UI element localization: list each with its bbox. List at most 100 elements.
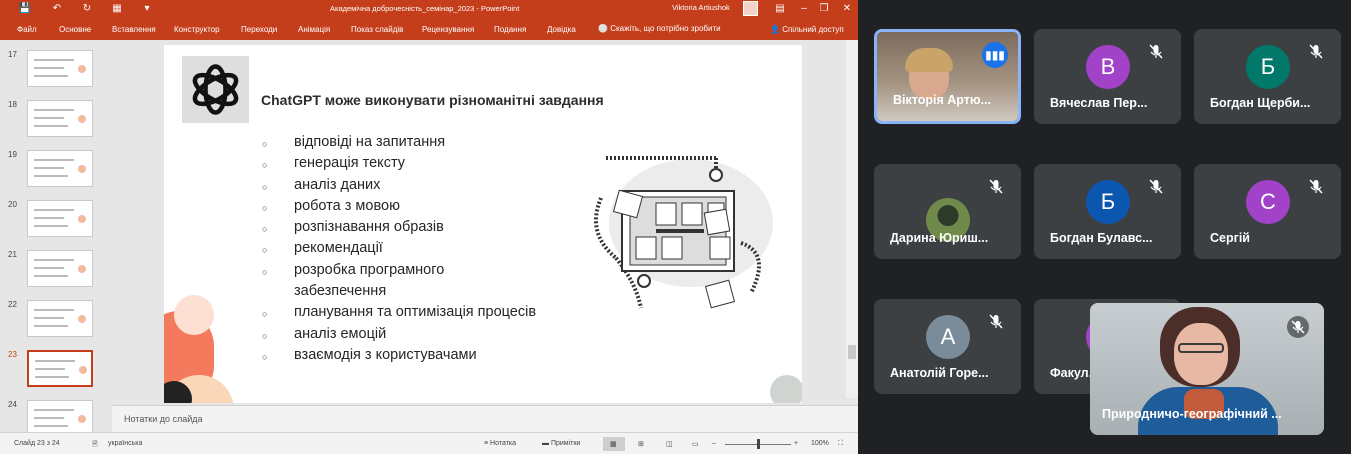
comments-toggle-label: Примітки xyxy=(550,440,581,447)
bullet-text: взаємодія з користувачами xyxy=(294,346,477,363)
participant-tile[interactable]: Б Богдан Булавс... xyxy=(1034,164,1181,259)
normal-view-icon: ▦ xyxy=(610,441,617,448)
self-view-tile[interactable]: Природничо-географічний ... xyxy=(1090,303,1324,435)
start-slideshow-icon[interactable]: ▦ xyxy=(110,2,124,16)
mic-off-icon[interactable] xyxy=(983,309,1009,335)
participant-tile[interactable]: Дарина Юриш... xyxy=(874,164,1021,259)
fit-to-window-icon[interactable]: ⛶ xyxy=(838,440,843,448)
notes-toggle[interactable]: ≡ Нотатка xyxy=(484,440,516,447)
thumb-line xyxy=(34,159,74,161)
thumb-graphic xyxy=(78,415,86,423)
user-avatar[interactable] xyxy=(743,1,758,16)
thumb-line xyxy=(34,425,68,427)
bullet-text: відповіді на запитання xyxy=(294,134,446,150)
thumb-line xyxy=(34,67,64,69)
ribbon-tab[interactable]: Конструктор xyxy=(174,25,220,34)
tell-me-search[interactable]: ⚪ Скажіть, що потрібно зробити xyxy=(598,24,721,33)
mic-off-icon[interactable] xyxy=(1303,174,1329,200)
current-slide[interactable]: ChatGPT може виконувати різноманітні зав… xyxy=(164,45,802,403)
scroll-thumb[interactable] xyxy=(848,345,856,359)
thumb-line xyxy=(34,117,64,119)
zoom-slider-knob[interactable] xyxy=(757,439,760,449)
ribbon-tab[interactable]: Анімація xyxy=(298,25,330,34)
ribbon-tab[interactable]: Основне xyxy=(59,25,91,34)
bullet-marker: ○ xyxy=(262,330,268,341)
ribbon-tab[interactable]: Довідка xyxy=(547,25,576,34)
undo-icon[interactable]: ↶ xyxy=(50,2,64,16)
slide-thumbnail[interactable] xyxy=(27,50,93,87)
notes-pane[interactable]: Нотатки до слайда xyxy=(112,405,858,432)
bullet-item: ○ аналіз даних xyxy=(262,177,592,198)
ribbon-tab[interactable]: Файл xyxy=(17,25,37,34)
reading-view-icon[interactable]: ◫ xyxy=(666,440,673,448)
thumb-line xyxy=(34,409,74,411)
slide-thumbnail[interactable] xyxy=(27,250,93,287)
thumb-line xyxy=(34,275,68,277)
bullet-marker: ○ xyxy=(262,160,268,171)
bullet-marker: ○ xyxy=(262,266,268,277)
title-bar: 💾 ↶ ↻ ▦ ▾ Академічна доброчесність_семін… xyxy=(0,0,858,18)
quick-access-dropdown-icon[interactable]: ▾ xyxy=(140,2,154,16)
ribbon-tab[interactable]: Показ слайдів xyxy=(351,25,403,34)
participant-tile[interactable]: ▮▮▮ Вікторія Артю... xyxy=(874,29,1021,124)
ribbon-tab[interactable]: Переходи xyxy=(241,25,277,34)
restore-icon[interactable]: ❐ xyxy=(815,1,833,17)
slide-number: 18 xyxy=(8,100,17,109)
bullet-text: генерація тексту xyxy=(294,155,405,172)
participant-tile[interactable]: А Анатолій Горе... xyxy=(874,299,1021,394)
bullet-marker: ○ xyxy=(262,245,268,256)
slide-sorter-icon[interactable]: ⊞ xyxy=(638,440,644,448)
slide-counter: Слайд 23 з 24 xyxy=(14,440,60,447)
mic-off-icon[interactable] xyxy=(1143,39,1169,65)
thumb-line xyxy=(34,217,64,219)
zoom-level[interactable]: 100% xyxy=(811,440,829,447)
share-button[interactable]: 👤 Спільний доступ xyxy=(770,25,844,34)
thumb-line xyxy=(34,59,74,61)
zoom-in-icon[interactable]: + xyxy=(794,440,798,447)
redo-icon[interactable]: ↻ xyxy=(80,2,94,16)
user-name[interactable]: Viktoria Artiushok xyxy=(672,3,730,12)
slide-thumbnail[interactable] xyxy=(27,100,93,137)
thumb-line xyxy=(34,309,74,311)
thumb-line xyxy=(34,317,64,319)
speaking-indicator-icon: ▮▮▮ xyxy=(982,42,1008,68)
zoom-out-icon[interactable]: – xyxy=(712,440,716,447)
spellcheck-icon[interactable]: 🗎 xyxy=(92,440,98,451)
thumb-line xyxy=(34,259,74,261)
slide-thumbnail[interactable] xyxy=(27,300,93,337)
minimize-icon[interactable]: – xyxy=(795,1,813,17)
bullet-marker: ○ xyxy=(262,202,268,213)
slide-thumbnail[interactable] xyxy=(27,350,93,387)
mic-off-icon[interactable] xyxy=(1287,316,1309,338)
mic-off-icon[interactable] xyxy=(1143,174,1169,200)
ribbon-tab[interactable]: Подання xyxy=(494,25,526,34)
slide-thumbnail[interactable] xyxy=(27,150,93,187)
save-icon[interactable]: 💾 xyxy=(18,2,32,16)
ribbon-display-icon[interactable]: ▤ xyxy=(771,1,789,17)
thumb-line xyxy=(34,209,74,211)
bullet-marker: ○ xyxy=(262,351,268,362)
slide-thumbnail[interactable] xyxy=(27,200,93,237)
mic-off-icon[interactable] xyxy=(1303,39,1329,65)
participant-tile[interactable]: С Сергій xyxy=(1194,164,1341,259)
close-icon[interactable]: ✕ xyxy=(838,1,856,17)
vertical-scrollbar[interactable] xyxy=(846,40,858,398)
status-bar: Слайд 23 з 24 🗎 українська ≡ Нотатка ▬ П… xyxy=(0,432,858,454)
participant-tile[interactable]: Б Богдан Щерби... xyxy=(1194,29,1341,124)
ribbon-tab[interactable]: Рецензування xyxy=(422,25,474,34)
participant-name: Сергій xyxy=(1210,231,1250,245)
bullet-item: ○ аналіз емоцій xyxy=(262,326,592,347)
thumb-line xyxy=(34,125,68,127)
glasses xyxy=(1178,343,1224,353)
participant-avatar: Б xyxy=(1246,45,1290,89)
participant-tile[interactable]: В Вячеслав Пер... xyxy=(1034,29,1181,124)
slide-number: 20 xyxy=(8,200,17,209)
comments-toggle[interactable]: ▬ Примітки xyxy=(542,440,580,447)
bullet-item: забезпечення xyxy=(262,283,592,304)
ribbon-tab[interactable]: Вставлення xyxy=(112,25,156,34)
language-label[interactable]: українська xyxy=(108,440,142,447)
participant-name: Богдан Щерби... xyxy=(1210,96,1311,110)
notes-placeholder: Нотатки до слайда xyxy=(124,414,203,424)
slideshow-view-icon[interactable]: ▭ xyxy=(692,440,699,448)
mic-off-icon[interactable] xyxy=(983,174,1009,200)
